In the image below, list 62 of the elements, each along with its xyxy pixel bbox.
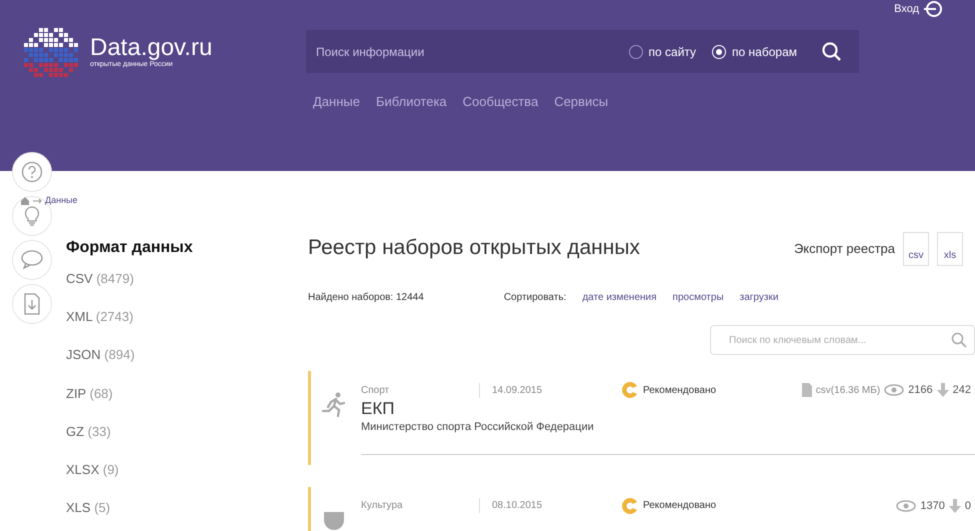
filter-link[interactable]: XLS (5) (66, 498, 193, 531)
found-count: Найдено наборов: 12444 (308, 291, 424, 305)
site-title[interactable]: Data.gov.ru (90, 36, 212, 60)
publisher-name: Министерство спорта Российской Федерации (361, 420, 595, 436)
filter-link[interactable]: GZ (33) (66, 422, 193, 460)
date-label: 14.09.2015 (479, 382, 621, 398)
file-size: csv(16.36 МБ) (816, 384, 880, 398)
breadcrumb-link[interactable]: Данные (45, 194, 78, 208)
download-count: 242 (952, 382, 971, 398)
download-count: 0 (964, 498, 971, 514)
category-label: Спорт (361, 384, 390, 398)
view-count: 1370 (920, 498, 945, 514)
recommended-icon (621, 381, 639, 399)
scope-option[interactable]: по наборам (712, 42, 797, 60)
download-arrow-icon (948, 498, 961, 513)
sort-link[interactable]: дате изменения (582, 290, 657, 305)
scope-label: по сайту (648, 44, 696, 60)
filter-link[interactable]: JSON (894) (66, 345, 193, 384)
scope-option[interactable]: по сайту (628, 42, 696, 60)
comment-button[interactable] (12, 240, 52, 280)
download-button[interactable] (12, 284, 52, 324)
nav-link[interactable]: Данные (313, 92, 360, 112)
download-arrow-icon (936, 383, 949, 397)
nav-link[interactable]: Сервисы (554, 92, 608, 112)
filter-link[interactable]: XLSX (9) (66, 460, 193, 498)
export-file-button[interactable]: csv (903, 232, 929, 266)
search-icon (951, 332, 967, 348)
filter-title: Формат данных (66, 238, 193, 258)
date-label: 08.10.2015 (479, 498, 621, 514)
eye-icon (896, 500, 916, 512)
sort-label: Сортировать: (504, 291, 566, 305)
speech-bubble-icon (21, 249, 43, 271)
search-icon (822, 42, 842, 62)
nav-link[interactable]: Сообщества (462, 92, 538, 112)
keyword-search-field[interactable]: Поиск по ключевым словам... (710, 325, 975, 355)
file-icon (802, 383, 812, 397)
search-input[interactable]: Поиск информации (314, 42, 574, 62)
export-label: Экспорт реестра (794, 240, 895, 258)
nav-link[interactable]: Библиотека (376, 92, 447, 112)
sort-link[interactable]: загрузки (740, 290, 778, 305)
recommended-label: Рекомендовано (643, 384, 716, 398)
recommended-label: Рекомендовано (643, 499, 716, 514)
filter-link[interactable]: XML (2743) (66, 307, 193, 346)
arrow-icon (33, 198, 42, 204)
login-link[interactable]: Вход (894, 0, 943, 18)
search-button[interactable] (821, 40, 843, 62)
help-button[interactable] (12, 152, 52, 192)
export-file-button[interactable]: xls (937, 232, 963, 266)
recommended-icon (621, 496, 639, 515)
category-label: Культура (361, 499, 404, 514)
help-icon (21, 161, 43, 183)
view-count: 2166 (908, 382, 933, 398)
runner-icon (321, 391, 347, 419)
eye-icon (884, 384, 904, 396)
page-title: Реестр наборов открытых данных (308, 235, 640, 261)
dataset-title[interactable]: ЕКП (361, 399, 394, 420)
sort-link[interactable]: просмотры (672, 290, 724, 305)
radio-button[interactable] (628, 44, 643, 58)
filter-link[interactable]: ZIP (68) (66, 384, 193, 422)
filter-link[interactable]: CSV (8479) (66, 269, 193, 308)
scope-label: по наборам (732, 44, 797, 60)
home-icon (20, 196, 30, 206)
